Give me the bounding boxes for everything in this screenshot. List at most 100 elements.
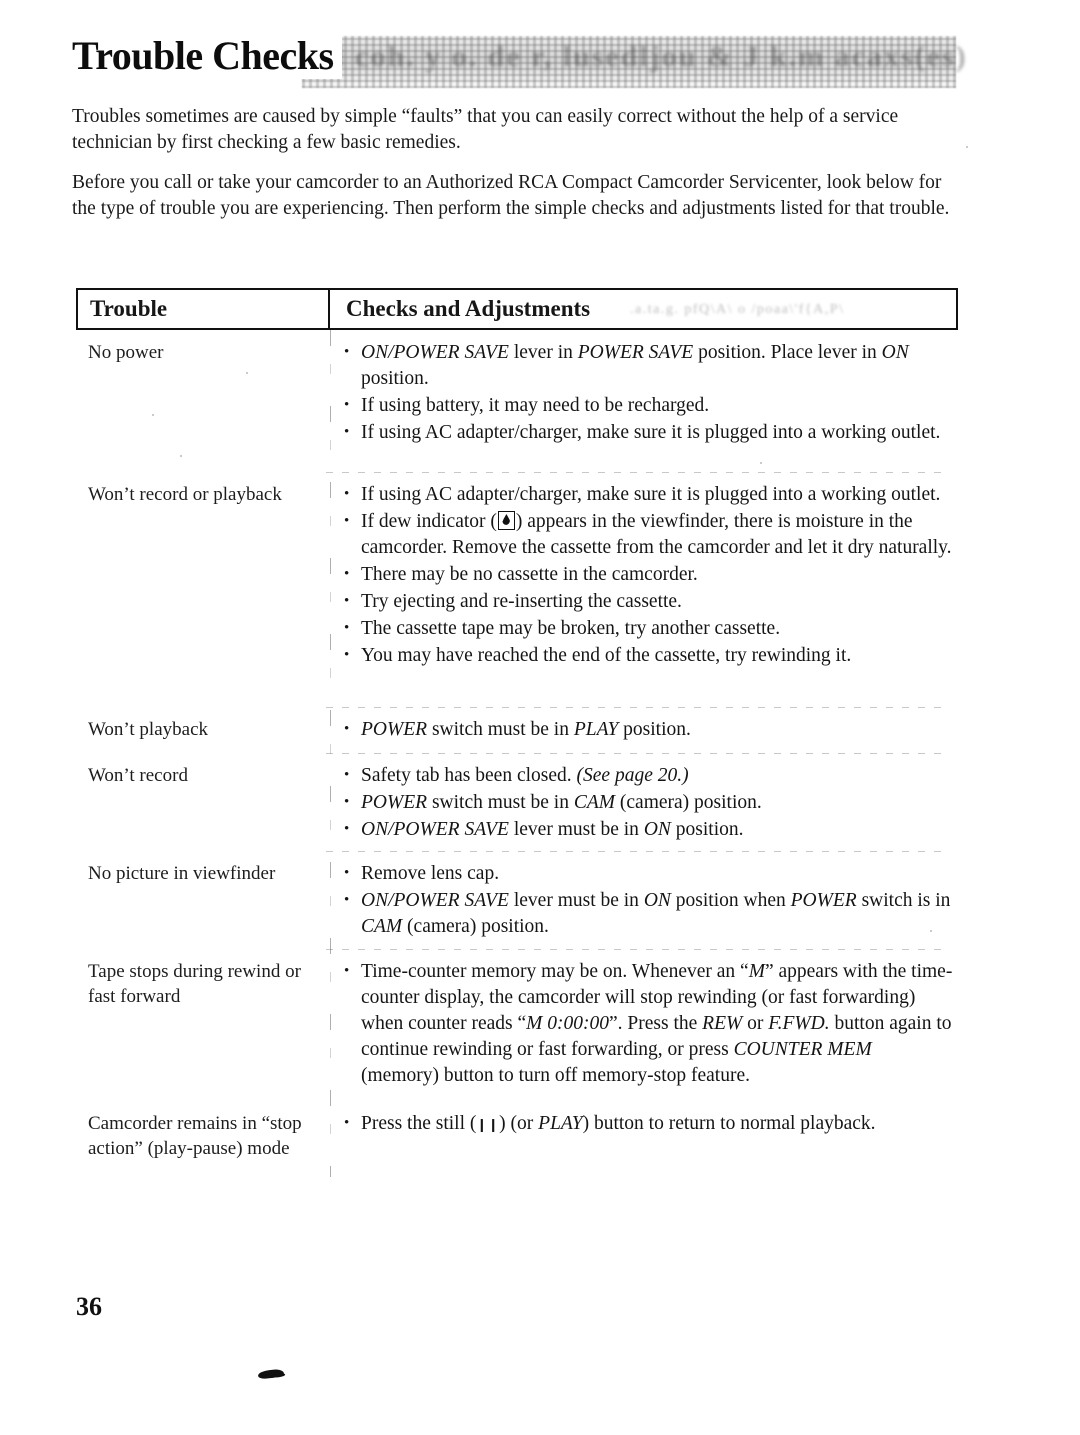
check-emphasis: ON/POWER SAVE xyxy=(361,890,509,911)
checks-cell: Safety tab has been closed. (See page 20… xyxy=(328,753,958,851)
trouble-cell: Won’t record xyxy=(88,765,188,786)
page-title: Trouble Checks xyxy=(72,32,342,79)
checks-list: Press the still (❙❙) (or PLAY) button to… xyxy=(344,1110,954,1139)
trouble-cell: No power xyxy=(88,342,164,363)
scan-speck xyxy=(180,455,182,457)
check-item: Time-counter memory may be on. Whenever … xyxy=(344,958,954,1089)
check-text: position. xyxy=(361,368,429,389)
checks-cell: Press the still (❙❙) (or PLAY) button to… xyxy=(328,1097,958,1177)
trouble-cell: Won’t playback xyxy=(88,719,209,740)
check-text: switch must be in xyxy=(427,719,574,740)
table-row: No power ON/POWER SAVE lever in POWER SA… xyxy=(76,330,958,472)
check-item: ON/POWER SAVE lever in POWER SAVE positi… xyxy=(344,339,954,392)
check-text: position. Place lever in xyxy=(693,342,882,363)
checks-list: Time-counter memory may be on. Whenever … xyxy=(344,958,954,1089)
intro-paragraph-2: Before you call or take your camcorder t… xyxy=(72,172,950,219)
table-row: Won’t playback POWER switch must be in P… xyxy=(76,707,958,753)
check-emphasis: REW xyxy=(702,1013,743,1034)
check-emphasis: ON/POWER SAVE xyxy=(361,819,509,840)
check-item: Press the still (❙❙) (or PLAY) button to… xyxy=(344,1110,954,1139)
table-header-trouble: Trouble xyxy=(78,290,330,328)
check-item: Try ejecting and re-inserting the casset… xyxy=(344,588,954,615)
check-text: lever must be in xyxy=(508,890,644,911)
intro-paragraph-1: Troubles sometimes are caused by simple … xyxy=(72,106,899,153)
scan-ghost-text: ial coh. y o. de r, lusedljou & J k.m ac… xyxy=(308,40,968,73)
check-text: If dew indicator ( xyxy=(361,511,497,532)
check-item: ON/POWER SAVE lever must be in ON positi… xyxy=(344,816,954,843)
scan-speck xyxy=(152,414,154,416)
checks-list: POWER switch must be in PLAY position. xyxy=(344,716,954,743)
check-item: ON/POWER SAVE lever must be in ON positi… xyxy=(344,887,954,940)
check-item: The cassette tape may be broken, try ano… xyxy=(344,615,954,642)
table-header-ghost-artifact: .a.ta.g. pfQ\A\ o /poaa\'f{A,P\ xyxy=(630,302,845,317)
check-emphasis: ON xyxy=(881,342,909,363)
check-text: (camera) position. xyxy=(615,792,762,813)
page-header-band: ial coh. y o. de r, lusedljou & J k.m ac… xyxy=(72,32,966,90)
check-text: position. xyxy=(618,719,691,740)
trouble-cell: Won’t record or playback xyxy=(88,484,282,505)
check-emphasis: POWER xyxy=(790,890,857,911)
table-row: Won’t record or playback If using AC ada… xyxy=(76,472,958,707)
check-text: ) button to return to normal playback. xyxy=(582,1113,876,1134)
checks-cell: If using AC adapter/charger, make sure i… xyxy=(328,472,958,707)
table-row: Tape stops during rewind or fast forward… xyxy=(76,949,958,1097)
pause-still-icon: ❙❙ xyxy=(476,1118,500,1133)
check-emphasis: F.FWD. xyxy=(768,1013,830,1034)
check-emphasis: (See page 20.) xyxy=(576,765,689,786)
check-text: position when xyxy=(670,890,791,911)
check-text: Safety tab has been closed. xyxy=(361,765,577,786)
check-emphasis: CAM xyxy=(573,792,616,813)
checks-list: Safety tab has been closed. (See page 20… xyxy=(344,762,954,843)
table-header-checks-label: Checks and Adjustments xyxy=(346,296,591,321)
checks-cell: Remove lens cap. ON/POWER SAVE lever mus… xyxy=(328,851,958,949)
document-page: ial coh. y o. de r, lusedljou & J k.m ac… xyxy=(0,0,1080,1435)
checks-cell: Time-counter memory may be on. Whenever … xyxy=(328,949,958,1097)
check-item: Safety tab has been closed. (See page 20… xyxy=(344,762,954,789)
checks-cell: POWER switch must be in PLAY position. xyxy=(328,707,958,753)
check-emphasis: ON xyxy=(643,890,671,911)
check-item: If using AC adapter/charger, make sure i… xyxy=(344,419,954,446)
check-item: Remove lens cap. xyxy=(344,860,954,887)
check-emphasis: M xyxy=(748,961,765,982)
checks-list: ON/POWER SAVE lever in POWER SAVE positi… xyxy=(344,339,954,446)
check-text: ”. Press the xyxy=(609,1013,703,1034)
check-text: switch must be in xyxy=(427,792,574,813)
check-text: Time-counter memory may be on. Whenever … xyxy=(361,961,749,982)
check-emphasis: POWER xyxy=(361,719,428,740)
table-header-checks: Checks and Adjustments .a.ta.g. pfQ\A\ o… xyxy=(330,290,956,328)
check-text: position. xyxy=(670,819,744,840)
intro-text: Troubles sometimes are caused by simple … xyxy=(72,104,962,222)
checks-cell: ON/POWER SAVE lever in POWER SAVE positi… xyxy=(328,330,958,472)
check-text: switch is in xyxy=(856,890,951,911)
check-text: lever must be in xyxy=(508,819,644,840)
scan-speck xyxy=(246,372,248,374)
trouble-cell: No picture in viewfinder xyxy=(88,863,276,884)
check-emphasis: ON/POWER SAVE xyxy=(361,342,509,363)
page-number: 36 xyxy=(76,1292,102,1321)
scan-speck xyxy=(930,930,932,932)
trouble-cell: Camcorder remains in “stop action” (play… xyxy=(88,1113,302,1159)
check-item: There may be no cassette in the camcorde… xyxy=(344,561,954,588)
table-row: Camcorder remains in “stop action” (play… xyxy=(76,1097,958,1177)
table-header-row: Trouble Checks and Adjustments .a.ta.g. … xyxy=(76,288,958,330)
checks-list: Remove lens cap. ON/POWER SAVE lever mus… xyxy=(344,860,954,940)
ink-smudge-artifact xyxy=(257,1368,285,1380)
checks-list: If using AC adapter/charger, make sure i… xyxy=(344,481,954,669)
check-item: You may have reached the end of the cass… xyxy=(344,642,954,669)
check-text: (camera) position. xyxy=(402,916,549,937)
check-text: (memory) button to turn off memory-stop … xyxy=(361,1065,751,1086)
check-emphasis: COUNTER MEM xyxy=(733,1039,872,1060)
check-emphasis: CAM xyxy=(361,916,403,937)
check-item: If using AC adapter/charger, make sure i… xyxy=(344,481,954,508)
check-text: Press the still ( xyxy=(361,1113,477,1134)
check-item: POWER switch must be in CAM (camera) pos… xyxy=(344,789,954,816)
check-item: If dew indicator () appears in the viewf… xyxy=(344,508,954,561)
check-emphasis: POWER SAVE xyxy=(577,342,694,363)
table-row: Won’t record Safety tab has been closed.… xyxy=(76,753,958,851)
trouble-cell: Tape stops during rewind or fast forward xyxy=(88,961,301,1007)
scan-speck xyxy=(760,462,762,464)
check-emphasis: PLAY xyxy=(538,1113,583,1134)
check-text: or xyxy=(742,1013,769,1034)
trouble-checks-table: Trouble Checks and Adjustments .a.ta.g. … xyxy=(76,288,958,1177)
table-row: No picture in viewfinder Remove lens cap… xyxy=(76,851,958,949)
